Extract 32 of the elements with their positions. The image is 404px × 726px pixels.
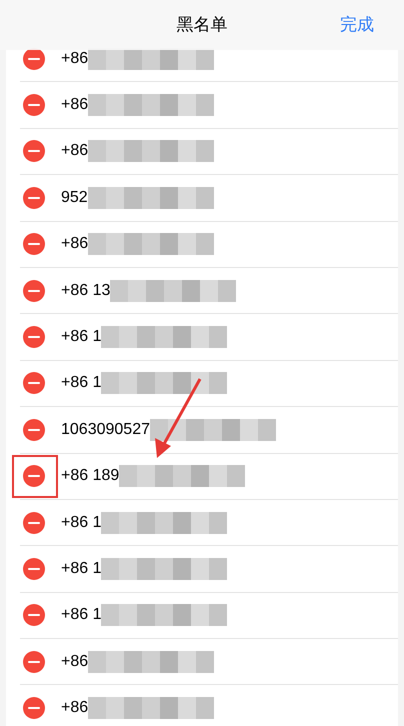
- delete-minus-icon[interactable]: [23, 418, 45, 441]
- phone-number: +86 1: [61, 512, 102, 533]
- phone-number: +86: [61, 698, 88, 718]
- phone-number: +86: [61, 652, 88, 672]
- phone-number: +86: [61, 141, 88, 162]
- phone-number: +86: [61, 234, 88, 254]
- delete-minus-icon[interactable]: [23, 233, 45, 256]
- delete-minus-icon[interactable]: [23, 465, 45, 488]
- delete-minus-icon[interactable]: [23, 697, 45, 720]
- phone-number: +86 1: [61, 327, 102, 348]
- delete-minus-icon[interactable]: [23, 650, 45, 673]
- phone-number: 952: [61, 188, 88, 208]
- delete-minus-icon[interactable]: [23, 94, 45, 116]
- delete-minus-icon[interactable]: [23, 558, 45, 580]
- phone-number: +86 1: [61, 373, 102, 394]
- delete-minus-icon[interactable]: [23, 140, 45, 162]
- phone-number: +86 189: [61, 466, 120, 486]
- delete-minus-icon[interactable]: [23, 326, 45, 348]
- phone-number: +86: [61, 48, 88, 69]
- delete-minus-icon[interactable]: [23, 48, 45, 70]
- delete-minus-icon[interactable]: [23, 186, 45, 209]
- phone-number: +86 1: [61, 605, 102, 626]
- delete-minus-icon[interactable]: [23, 280, 45, 302]
- screen-title: 黑名单: [176, 14, 228, 36]
- delete-minus-icon[interactable]: [23, 372, 45, 394]
- phone-number: +86: [61, 95, 88, 116]
- phone-number: +86 13: [61, 280, 110, 301]
- phone-number: 1063090527: [61, 420, 150, 440]
- delete-minus-icon[interactable]: [23, 604, 45, 626]
- delete-minus-icon[interactable]: [23, 512, 45, 534]
- done-button[interactable]: 完成: [340, 12, 374, 38]
- phone-number: +86 1: [61, 558, 102, 579]
